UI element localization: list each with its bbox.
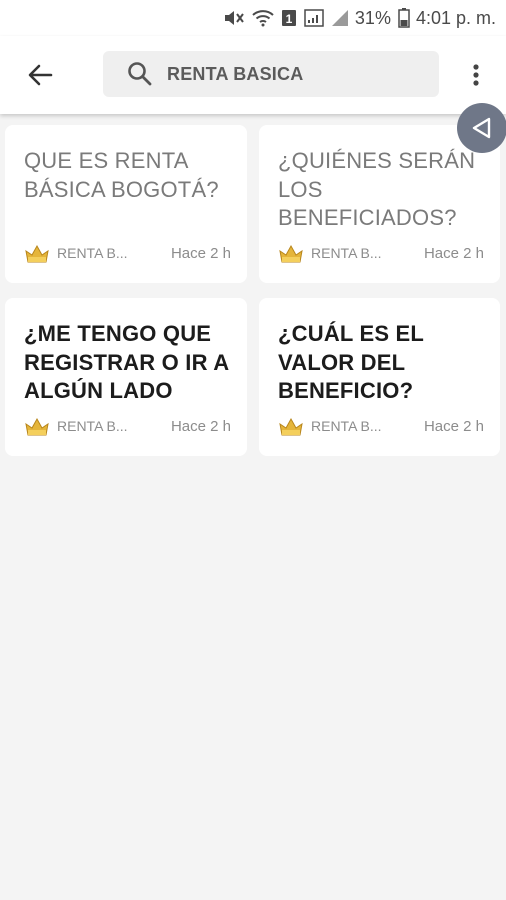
arrow-left-icon — [28, 64, 53, 86]
news-card[interactable]: ¿CUÁL ES EL VALOR DEL BENEFICIO? RENTA B… — [259, 298, 500, 456]
card-title: QUE ES RENTA BÁSICA BOGOTÁ? — [24, 148, 219, 202]
play-triangle-icon — [472, 117, 491, 139]
card-title: ¿ME TENGO QUE REGISTRAR O IR A ALGÚN LAD… — [24, 321, 229, 403]
source-name: RENTA B... — [57, 418, 128, 434]
send-fab[interactable] — [457, 103, 506, 153]
battery-icon — [398, 8, 410, 28]
card-title: ¿CUÁL ES EL VALOR DEL BENEFICIO? — [278, 321, 424, 403]
published-time: Hace 2 h — [423, 244, 484, 262]
card-meta: RENTA B... Hace 2 h — [24, 241, 231, 265]
published-time: Hace 2 h — [170, 417, 231, 435]
battery-percent: 31% — [354, 7, 391, 28]
card-meta: RENTA B... Hace 2 h — [278, 414, 484, 438]
news-card[interactable]: ¿QUIÉNES SERÁN LOS BENEFICIADOS? RENTA B… — [259, 125, 500, 283]
status-time: 4:01 p. m. — [415, 7, 496, 28]
news-card[interactable]: QUE ES RENTA BÁSICA BOGOTÁ? RENTA B... H… — [5, 125, 247, 283]
crown-icon — [278, 242, 304, 264]
crown-icon — [24, 242, 50, 264]
card-meta: RENTA B... Hace 2 h — [24, 414, 231, 438]
source-name: RENTA B... — [57, 245, 128, 261]
crown-icon — [278, 415, 304, 437]
search-query: RENTA BASICA — [167, 63, 304, 84]
app-bar: RENTA BASICA — [0, 36, 506, 114]
more-vert-icon — [473, 64, 479, 86]
search-icon — [127, 61, 153, 87]
sim-label: 1 — [286, 12, 293, 26]
published-time: Hace 2 h — [423, 417, 484, 435]
signal-icon — [304, 9, 324, 27]
more-options-button[interactable] — [463, 58, 489, 92]
source-name: RENTA B... — [311, 245, 382, 261]
source-name: RENTA B... — [311, 418, 382, 434]
card-title: ¿QUIÉNES SERÁN LOS BENEFICIADOS? — [278, 148, 476, 230]
wifi-icon — [252, 9, 274, 27]
published-time: Hace 2 h — [170, 244, 231, 262]
search-input[interactable]: RENTA BASICA — [103, 51, 439, 97]
mute-icon — [223, 9, 245, 27]
card-meta: RENTA B... Hace 2 h — [278, 241, 484, 265]
news-card[interactable]: ¿ME TENGO QUE REGISTRAR O IR A ALGÚN LAD… — [5, 298, 247, 456]
sim-icon: 1 — [281, 9, 297, 27]
crown-icon — [24, 415, 50, 437]
back-button[interactable] — [22, 58, 58, 92]
status-bar: 1 31% 4:01 p. m. — [0, 0, 506, 36]
signal-strength-icon — [331, 9, 349, 27]
